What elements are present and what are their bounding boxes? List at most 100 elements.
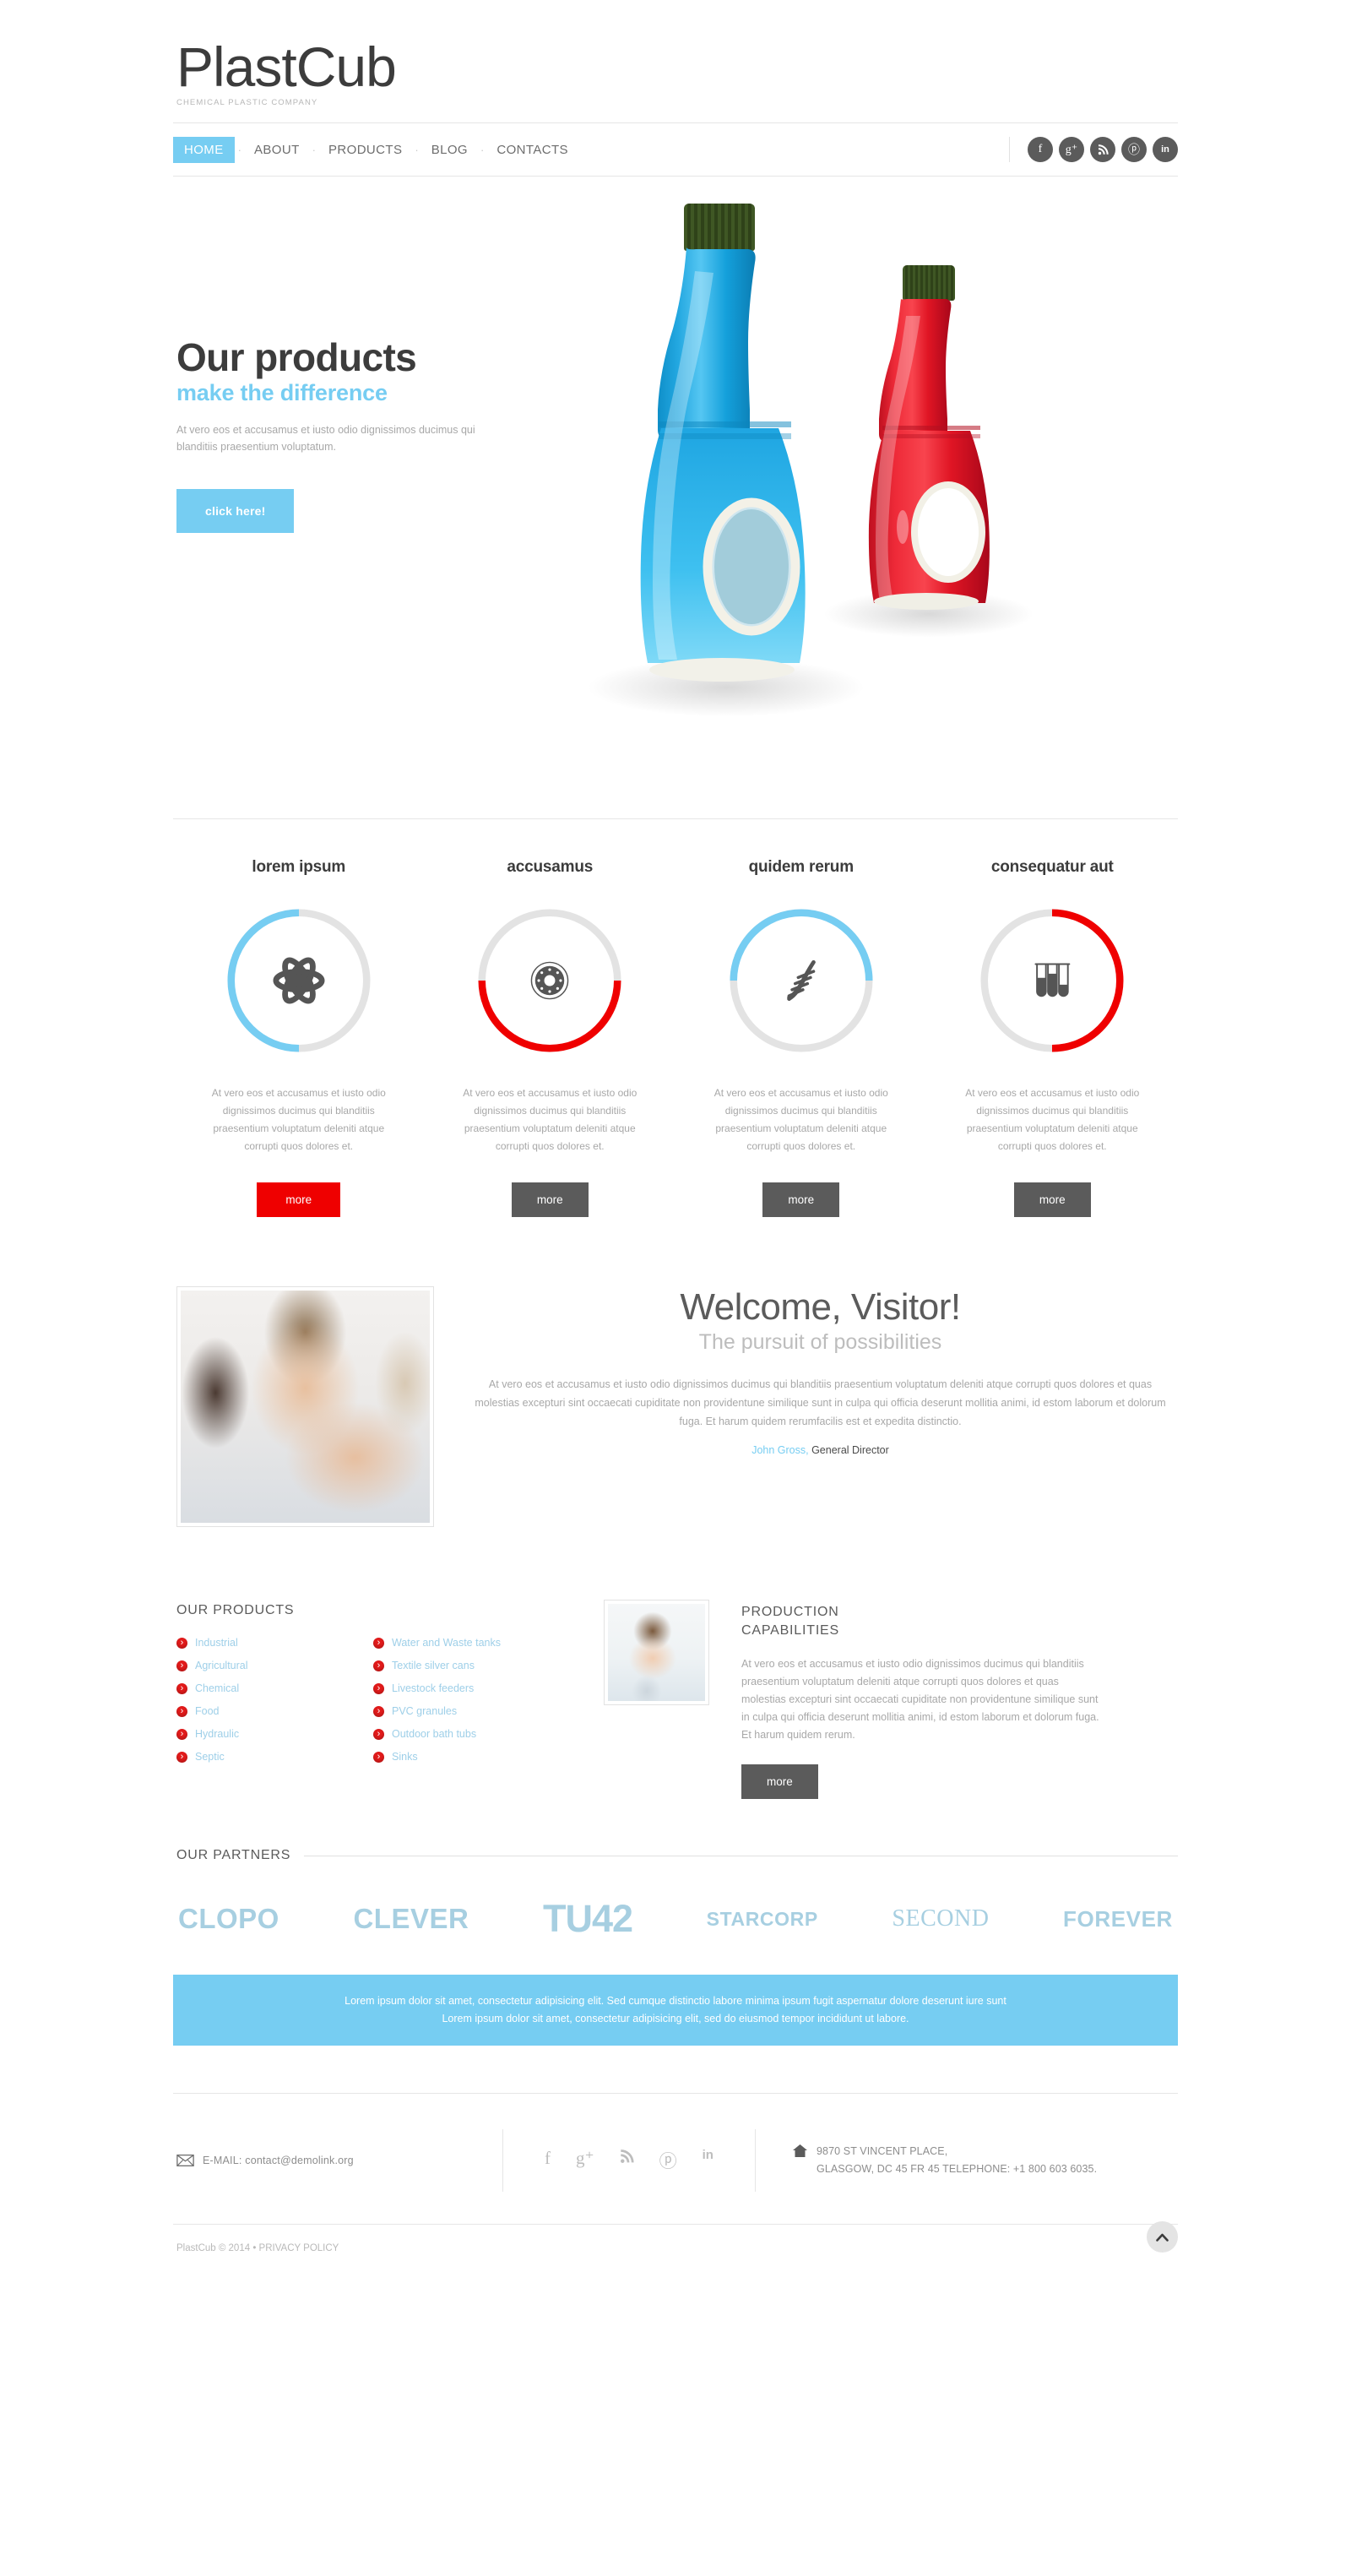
service-icon-wrap — [234, 916, 363, 1045]
nav-separator: · — [312, 143, 316, 156]
product-link[interactable]: Livestock feeders — [392, 1682, 474, 1694]
list-item[interactable]: PVC granules — [373, 1704, 570, 1719]
privacy-policy-link[interactable]: PRIVACY POLICY — [259, 2243, 339, 2253]
arrow-bullet-icon — [176, 1726, 187, 1742]
page-root: PlastCub CHEMICAL PLASTIC COMPANY HOME ·… — [0, 0, 1351, 2576]
list-item[interactable]: Agricultural — [176, 1658, 373, 1673]
woman-portrait-photo — [608, 1604, 705, 1701]
logo-tagline: CHEMICAL PLASTIC COMPANY — [176, 98, 318, 107]
partner-logo-clever[interactable]: CLEVER — [353, 1903, 469, 1935]
partner-logo-clopo[interactable]: CLOPO — [178, 1903, 279, 1935]
main-navbar: HOME · ABOUT · PRODUCTS · BLOG · CONTACT… — [173, 123, 1178, 176]
arrow-bullet-icon — [176, 1635, 187, 1650]
footer-address-block: 9870 ST VINCENT PLACE, GLASGOW, DC 45 FR… — [756, 2143, 1178, 2178]
signature-name: John Gross, — [751, 1444, 809, 1456]
list-item[interactable]: Textile silver cans — [373, 1658, 570, 1673]
service-ring — [478, 909, 621, 1052]
dna-icon — [786, 959, 816, 1002]
partners-section: OUR PARTNERS CLOPO CLEVER TU42 STARCORP … — [173, 1799, 1178, 1941]
wheel-disc-icon — [530, 961, 569, 1000]
rss-glyph — [1098, 144, 1109, 155]
footer-email-link[interactable]: contact@demolink.org — [245, 2155, 354, 2166]
product-link[interactable]: Textile silver cans — [392, 1660, 475, 1671]
service-more-button[interactable]: more — [257, 1182, 341, 1217]
product-link[interactable]: Food — [195, 1705, 220, 1717]
product-link[interactable]: Hydraulic — [195, 1728, 239, 1740]
scroll-to-top-button[interactable] — [1147, 2221, 1178, 2253]
hero-heading: Our products — [176, 335, 417, 379]
welcome-paragraph: At vero eos et accusamus et iusto odio d… — [475, 1378, 1166, 1427]
nav-item-home[interactable]: HOME — [173, 136, 235, 163]
nav-item-products[interactable]: PRODUCTS — [319, 138, 411, 162]
footer-email-block: E-MAIL: contact@demolink.org — [173, 2155, 502, 2166]
list-item[interactable]: Industrial — [176, 1635, 373, 1650]
partner-logo-forever[interactable]: FOREVER — [1063, 1906, 1173, 1932]
nav-item-about[interactable]: ABOUT — [245, 138, 309, 162]
production-capabilities-block: PRODUCTION CAPABILITIES At vero eos et a… — [570, 1600, 1178, 1799]
service-ring — [227, 909, 371, 1052]
facebook-icon[interactable]: f — [545, 2148, 551, 2173]
capabilities-more-button[interactable]: more — [741, 1764, 818, 1799]
welcome-subheading: The pursuit of possibilities — [698, 1330, 942, 1354]
product-link[interactable]: Chemical — [195, 1682, 239, 1694]
arrow-bullet-icon — [176, 1681, 187, 1696]
promo-banner: Lorem ipsum dolor sit amet, consectetur … — [173, 1975, 1178, 2046]
linkedin-icon[interactable]: in — [1153, 137, 1178, 162]
list-item[interactable]: Water and Waste tanks — [373, 1635, 570, 1650]
list-item[interactable]: Outdoor bath tubs — [373, 1726, 570, 1742]
rss-icon[interactable] — [1090, 137, 1115, 162]
rss-icon[interactable] — [620, 2148, 634, 2173]
arrow-bullet-icon — [176, 1704, 187, 1719]
service-icon-wrap — [486, 916, 615, 1045]
service-card-1: lorem ipsum At vero eos et accusamus et … — [173, 858, 425, 1217]
product-link[interactable]: Outdoor bath tubs — [392, 1728, 476, 1740]
nav-item-blog[interactable]: BLOG — [422, 138, 477, 162]
list-item[interactable]: Food — [176, 1704, 373, 1719]
pinterest-icon[interactable]: ⓟ — [659, 2148, 677, 2173]
product-link[interactable]: Industrial — [195, 1637, 238, 1649]
google-plus-icon[interactable]: g⁺ — [1059, 137, 1084, 162]
hero-bottles-image — [578, 185, 1169, 776]
service-more-button[interactable]: more — [511, 1182, 589, 1217]
hero-caption: Our products make the difference At vero… — [176, 337, 531, 533]
bottle-red — [832, 265, 1026, 620]
pinterest-icon[interactable]: ⓟ — [1121, 137, 1147, 162]
products-columns: Industrial Agricultural Chemical Food Hy… — [176, 1635, 570, 1774]
our-products-title: OUR PRODUCTS — [176, 1603, 295, 1617]
facebook-icon[interactable]: f — [1028, 137, 1053, 162]
bottle-blue — [595, 204, 849, 693]
product-link[interactable]: PVC granules — [392, 1705, 457, 1717]
partner-logo-tu42[interactable]: TU42 — [543, 1897, 633, 1941]
list-item[interactable]: Livestock feeders — [373, 1681, 570, 1696]
service-more-button[interactable]: more — [1013, 1182, 1091, 1217]
footer-address-text: 9870 ST VINCENT PLACE, GLASGOW, DC 45 FR… — [817, 2143, 1097, 2178]
nav-item-contacts[interactable]: CONTACTS — [487, 138, 578, 162]
list-item[interactable]: Hydraulic — [176, 1726, 373, 1742]
list-item[interactable]: Chemical — [176, 1681, 373, 1696]
service-description: At vero eos et accusamus et iusto odio d… — [965, 1087, 1140, 1152]
linkedin-icon[interactable]: in — [703, 2148, 713, 2173]
product-link[interactable]: Septic — [195, 1751, 225, 1763]
arrow-bullet-icon — [373, 1726, 384, 1742]
home-icon — [793, 2144, 807, 2157]
nav-separator: · — [237, 143, 241, 156]
capabilities-title-line1: PRODUCTION — [741, 1605, 839, 1619]
product-link[interactable]: Water and Waste tanks — [392, 1637, 501, 1649]
hero-cta-button[interactable]: click here! — [176, 489, 295, 533]
footer-email-text: E-MAIL: contact@demolink.org — [203, 2155, 354, 2166]
list-item[interactable]: Sinks — [373, 1749, 570, 1764]
chevron-up-icon — [1156, 2233, 1169, 2242]
partners-title: OUR PARTNERS — [176, 1848, 291, 1862]
site-logo[interactable]: PlastCub CHEMICAL PLASTIC COMPANY — [173, 39, 1178, 107]
product-link[interactable]: Agricultural — [195, 1660, 248, 1671]
test-tubes-icon — [1034, 963, 1071, 997]
service-more-button[interactable]: more — [762, 1182, 840, 1217]
businessman-photo — [181, 1291, 430, 1523]
product-link[interactable]: Sinks — [392, 1751, 418, 1763]
partner-logo-starcorp[interactable]: STARCORP — [707, 1908, 818, 1931]
partner-logo-second[interactable]: SECOND — [892, 1905, 989, 1932]
partners-logos: CLOPO CLEVER TU42 STARCORP SECOND FOREVE… — [173, 1863, 1178, 1941]
list-item[interactable]: Septic — [176, 1749, 373, 1764]
service-ring — [730, 909, 873, 1052]
google-plus-icon[interactable]: g⁺ — [576, 2148, 594, 2173]
